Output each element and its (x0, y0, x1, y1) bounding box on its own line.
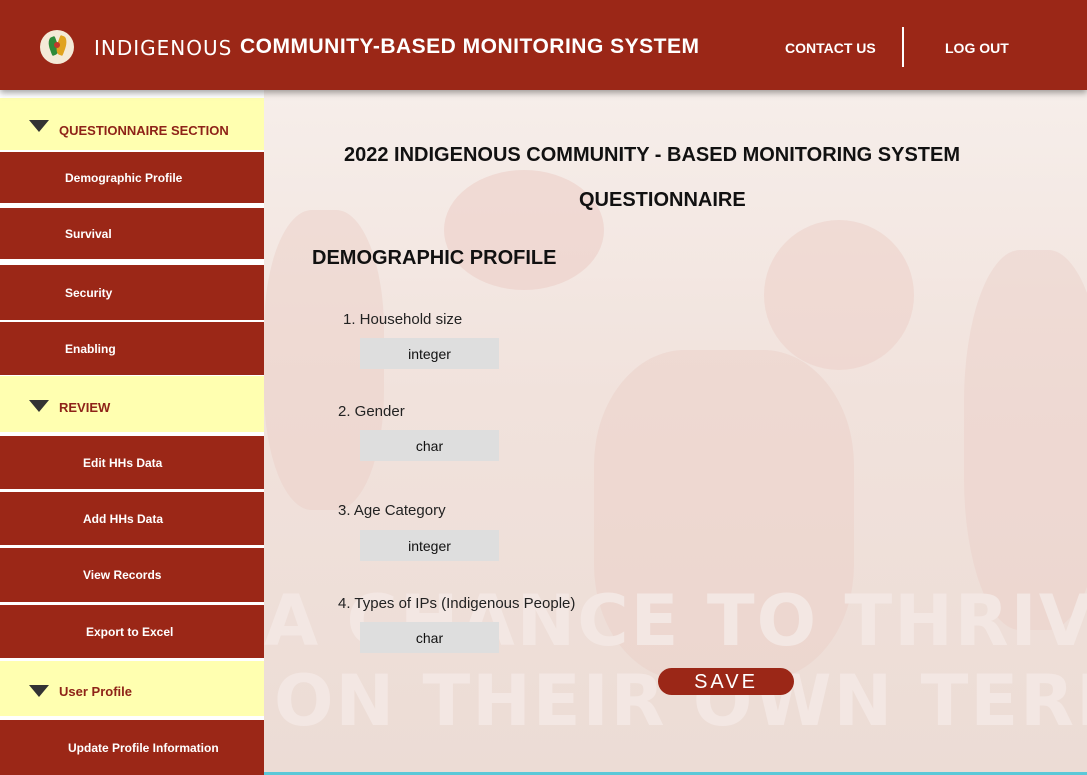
sidebar-item-label: Enabling (65, 341, 116, 356)
contact-us-link[interactable]: CONTACT US (785, 40, 876, 56)
question-label-gender: 2. Gender (338, 403, 405, 420)
age-category-input[interactable] (360, 530, 499, 561)
sidebar-section-user-profile[interactable]: User Profile (0, 661, 264, 716)
save-button[interactable]: SAVE (658, 668, 794, 695)
top-header: INDIGENOUS COMMUNITY-BASED MONITORING SY… (0, 0, 1087, 90)
question-label-types-of-ips: 4. Types of IPs (Indigenous People) (338, 595, 576, 612)
sidebar-item-label: Demographic Profile (65, 170, 183, 185)
triangle-down-icon (29, 120, 49, 132)
sidebar-item-enabling[interactable]: Enabling (0, 322, 264, 375)
section-title: DEMOGRAPHIC PROFILE (312, 247, 557, 269)
sidebar-item-label: Edit HHs Data (83, 455, 163, 470)
sidebar-item-security[interactable]: Security (0, 265, 264, 320)
sidebar-item-add-hhs-data[interactable]: Add HHs Data (0, 492, 264, 545)
background-figure (444, 170, 604, 290)
sidebar-section-review[interactable]: REVIEW (0, 376, 264, 432)
types-of-ips-input[interactable] (360, 622, 499, 653)
logo-icon (40, 30, 74, 64)
sidebar-item-view-records[interactable]: View Records (0, 548, 264, 602)
sidebar-section-label: QUESTIONNAIRE SECTION (59, 123, 229, 138)
nav-divider (902, 27, 904, 67)
sidebar-item-label: Security (65, 285, 113, 300)
question-label-age-category: 3. Age Category (338, 502, 446, 519)
sidebar-item-label: Export to Excel (86, 624, 174, 639)
sidebar-item-demographic-profile[interactable]: Demographic Profile (0, 152, 264, 203)
sidebar-section-label: User Profile (59, 684, 132, 699)
questionnaire-subtitle: QUESTIONNAIRE (579, 189, 746, 211)
background-figure (764, 220, 914, 370)
triangle-down-icon (29, 685, 49, 697)
sidebar-item-label: Survival (65, 226, 112, 241)
app-title: COMMUNITY-BASED MONITORING SYSTEM (240, 35, 700, 58)
household-size-input[interactable] (360, 338, 499, 369)
question-label-household-size: 1. Household size (343, 311, 463, 328)
logout-link[interactable]: LOG OUT (945, 40, 1009, 56)
sidebar-item-label: Update Profile Information (68, 740, 219, 755)
sidebar-item-update-profile[interactable]: Update Profile Information (0, 720, 264, 775)
sidebar-item-export-to-excel[interactable]: Export to Excel (0, 605, 264, 658)
sidebar: QUESTIONNAIRE SECTION Demographic Profil… (0, 96, 264, 775)
sidebar-item-survival[interactable]: Survival (0, 208, 264, 259)
triangle-down-icon (29, 400, 49, 412)
sidebar-item-label: Add HHs Data (83, 511, 164, 526)
background-figure (964, 250, 1087, 630)
sidebar-item-label: View Records (83, 568, 162, 582)
questionnaire-title: 2022 INDIGENOUS COMMUNITY - BASED MONITO… (344, 144, 961, 166)
sidebar-section-label: REVIEW (59, 400, 111, 415)
gender-input[interactable] (360, 430, 499, 461)
sidebar-section-questionnaire[interactable]: QUESTIONNAIRE SECTION (0, 98, 264, 150)
sidebar-item-edit-hhs-data[interactable]: Edit HHs Data (0, 436, 264, 489)
brand-wordmark: INDIGENOUS (94, 36, 233, 60)
